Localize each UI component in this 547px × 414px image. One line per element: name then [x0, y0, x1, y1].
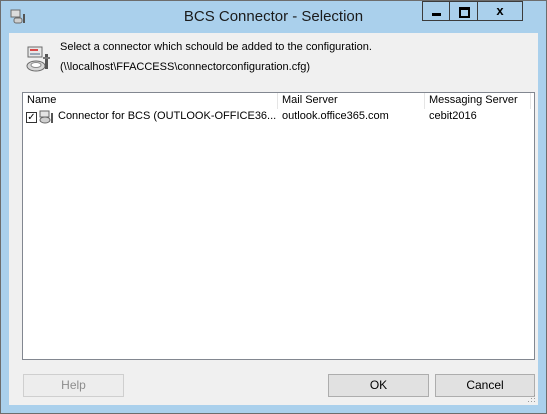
row-checkbox[interactable]: ✓ [26, 112, 37, 123]
dialog-window: BCS Connector - Selection x Select a con… [0, 0, 547, 414]
cancel-button[interactable]: Cancel [435, 374, 535, 397]
ok-button[interactable]: OK [328, 374, 429, 397]
dialog-client-area: Select a connector which schould be adde… [9, 33, 538, 405]
maximize-icon [459, 7, 470, 18]
list-header: Name Mail Server Messaging Server [23, 93, 534, 109]
connector-name: Connector for BCS (OUTLOOK-OFFICE36... [58, 110, 276, 122]
close-icon: x [496, 3, 504, 18]
connector-config-icon [26, 46, 50, 72]
close-button[interactable]: x [477, 1, 523, 21]
help-button[interactable]: Help [23, 374, 124, 397]
column-header-mail-server[interactable]: Mail Server [278, 93, 425, 109]
config-path-text: (\\localhost\FFACCESS\connectorconfigura… [60, 61, 311, 73]
connector-icon [39, 110, 53, 124]
list-item[interactable]: ✓ Connector for BCS (OUTLOOK-OFFICE36...… [23, 109, 534, 125]
maximize-button[interactable] [449, 1, 477, 21]
mail-server-value: outlook.office365.com [282, 110, 389, 122]
instruction-text: Select a connector which schould be adde… [60, 41, 372, 53]
minimize-button[interactable] [422, 1, 449, 21]
column-header-messaging-server[interactable]: Messaging Server [425, 93, 531, 109]
messaging-server-value: cebit2016 [429, 110, 477, 122]
resize-grip-icon[interactable] [526, 393, 536, 403]
title-bar[interactable]: BCS Connector - Selection x [1, 1, 546, 33]
column-header-name[interactable]: Name [23, 93, 278, 109]
connector-list[interactable]: Name Mail Server Messaging Server ✓ Conn… [22, 92, 535, 360]
minimize-icon [432, 13, 441, 16]
